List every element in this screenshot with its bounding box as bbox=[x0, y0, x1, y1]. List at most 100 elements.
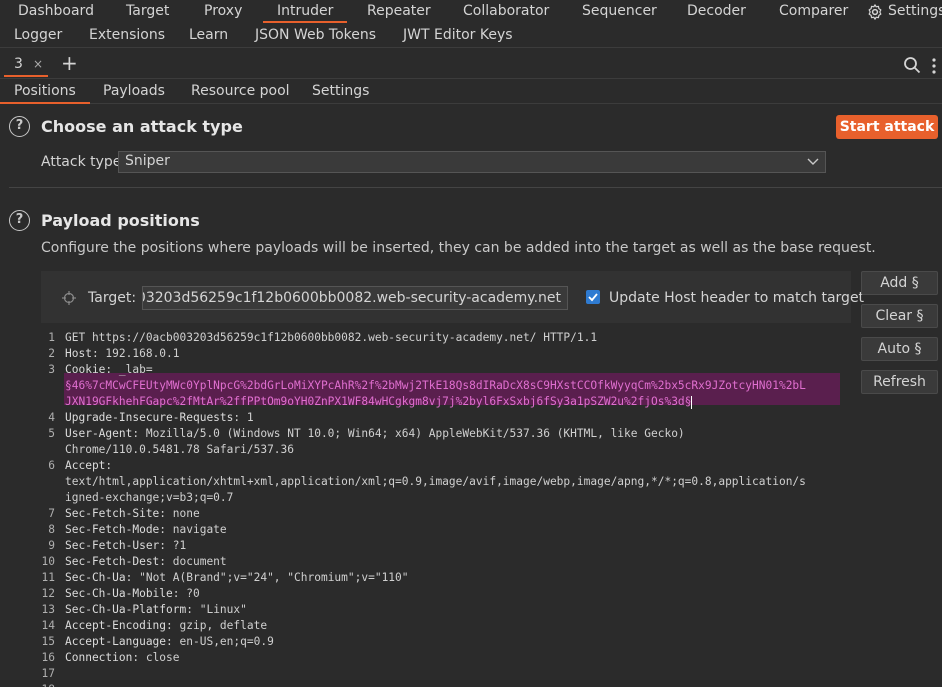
nav-sequencer[interactable]: Sequencer bbox=[582, 3, 657, 19]
secondary-nav: Logger Extensions Learn JSON Web Tokens … bbox=[0, 24, 942, 48]
header-key: Cookie bbox=[65, 363, 106, 376]
header-key: Sec-Fetch-Site bbox=[65, 507, 160, 520]
header-value: : "Not A(Brand";v="24", "Chromium";v="11… bbox=[125, 571, 409, 584]
more-options-icon[interactable] bbox=[930, 57, 938, 75]
instance-tab-bar: 3 × + bbox=[0, 51, 942, 79]
header-value: : Mozilla/5.0 (Windows NT 10.0; Win64; x… bbox=[132, 427, 685, 440]
nav-proxy[interactable]: Proxy bbox=[204, 3, 242, 19]
header-value: : bbox=[105, 459, 113, 472]
gear-icon[interactable] bbox=[866, 3, 884, 21]
header-value: : document bbox=[159, 555, 227, 568]
search-icon[interactable] bbox=[903, 56, 921, 74]
chevron-down-icon bbox=[807, 158, 819, 165]
request-line: Accept-Encoding: gzip, deflate bbox=[65, 618, 267, 634]
header-value: text/html,application/xhtml+xml,applicat… bbox=[65, 475, 806, 488]
target-url-input[interactable]: https://0acb003203d56259c1f12b0600bb0082… bbox=[142, 286, 568, 310]
header-value: : close bbox=[132, 651, 180, 664]
attack-type-label: Attack type: bbox=[41, 154, 127, 170]
request-line: igned-exchange;v=b3;q=0.7 bbox=[65, 490, 233, 506]
instance-tab[interactable]: 3 × bbox=[4, 53, 48, 77]
tab-positions[interactable]: Positions bbox=[0, 83, 90, 104]
add-tab-button[interactable]: + bbox=[61, 51, 78, 75]
nav-repeater[interactable]: Repeater bbox=[367, 3, 431, 19]
nav-intruder[interactable]: Intruder bbox=[262, 3, 348, 23]
line-number: 17 bbox=[41, 667, 55, 680]
nav-target[interactable]: Target bbox=[126, 3, 169, 19]
attack-type-title: Choose an attack type bbox=[41, 117, 243, 136]
header-value: : navigate bbox=[159, 523, 227, 536]
header-key: User-Agent bbox=[65, 427, 133, 440]
payload-marker-text: §46%7cMCwCFEUtyMWc0YplNpcG%2bdGrLoMiXYPc… bbox=[65, 379, 806, 392]
header-value: : ?0 bbox=[172, 587, 200, 600]
attack-type-select[interactable]: Sniper bbox=[118, 151, 826, 173]
crosshair-icon bbox=[62, 291, 76, 305]
help-icon[interactable]: ? bbox=[9, 210, 30, 231]
header-value: : ?1 bbox=[159, 539, 187, 552]
request-line: Sec-Fetch-Mode: navigate bbox=[65, 522, 227, 538]
close-icon[interactable]: × bbox=[33, 57, 43, 71]
clear-markers-button[interactable]: Clear § bbox=[861, 304, 938, 328]
line-number: 3 bbox=[48, 363, 55, 376]
tab-resource-pool[interactable]: Resource pool bbox=[191, 83, 290, 99]
line-number: 11 bbox=[41, 571, 55, 584]
header-key: Accept-Encoding bbox=[65, 619, 167, 632]
header-key: Sec-Fetch-Dest bbox=[65, 555, 160, 568]
header-key: Sec-Ch-Ua bbox=[65, 571, 126, 584]
start-attack-button[interactable]: Start attack bbox=[836, 115, 938, 139]
text-cursor bbox=[691, 395, 693, 409]
payload-marker-text: JXN19GFkhehFGapc%2fMtAr%2ffPPtOm9oYH0ZnP… bbox=[65, 395, 692, 408]
request-line: GET https://0acb003203d56259c1f12b0600bb… bbox=[65, 330, 597, 346]
help-icon[interactable]: ? bbox=[9, 116, 30, 137]
payload-positions-title: Payload positions bbox=[41, 211, 200, 230]
target-panel: Target: https://0acb003203d56259c1f12b06… bbox=[41, 271, 864, 323]
nav-comparer[interactable]: Comparer bbox=[779, 3, 848, 19]
auto-markers-button[interactable]: Auto § bbox=[861, 337, 938, 361]
header-value: GET https://0acb003203d56259c1f12b0600bb… bbox=[65, 331, 598, 344]
nav-decoder[interactable]: Decoder bbox=[687, 3, 746, 19]
request-line: Sec-Fetch-User: ?1 bbox=[65, 538, 186, 554]
header-value: : 1 bbox=[233, 411, 254, 424]
header-value: : 192.168.0.1 bbox=[91, 347, 180, 360]
nav-dashboard[interactable]: Dashboard bbox=[18, 3, 94, 19]
update-host-label: Update Host header to match target bbox=[609, 290, 865, 306]
instance-tab-label: 3 bbox=[14, 56, 23, 72]
header-key: Sec-Fetch-Mode bbox=[65, 523, 160, 536]
header-value: : _lab= bbox=[105, 363, 153, 376]
header-value: : none bbox=[159, 507, 200, 520]
refresh-button[interactable]: Refresh bbox=[861, 370, 938, 394]
tab-settings[interactable]: Settings bbox=[312, 83, 369, 99]
nav-learn[interactable]: Learn bbox=[189, 27, 228, 43]
attack-type-value: Sniper bbox=[125, 153, 170, 169]
nav-extensions[interactable]: Extensions bbox=[89, 27, 165, 43]
payload-positions-description: Configure the positions where payloads w… bbox=[41, 240, 876, 256]
nav-jwt-editor-keys[interactable]: JWT Editor Keys bbox=[403, 27, 513, 43]
nav-settings[interactable]: Settings bbox=[888, 3, 942, 19]
target-label: Target: bbox=[88, 290, 137, 306]
line-number: 18 bbox=[35, 682, 55, 687]
header-key: Accept bbox=[65, 459, 106, 472]
request-line: Cookie: _lab= bbox=[65, 362, 153, 378]
line-number: 13 bbox=[41, 603, 55, 616]
line-number: 4 bbox=[48, 411, 55, 424]
line-number: 2 bbox=[48, 347, 55, 360]
add-marker-button[interactable]: Add § bbox=[861, 271, 938, 295]
header-value: : gzip, deflate bbox=[166, 619, 268, 632]
header-key: Upgrade-Insecure-Requests bbox=[65, 411, 234, 424]
request-line: text/html,application/xhtml+xml,applicat… bbox=[65, 474, 806, 490]
payload-marker-line: §46%7cMCwCFEUtyMWc0YplNpcG%2bdGrLoMiXYPc… bbox=[65, 378, 806, 394]
tab-payloads[interactable]: Payloads bbox=[103, 83, 165, 99]
nav-json-web-tokens[interactable]: JSON Web Tokens bbox=[255, 27, 376, 43]
request-line: Sec-Ch-Ua-Mobile: ?0 bbox=[65, 586, 200, 602]
request-line: User-Agent: Mozilla/5.0 (Windows NT 10.0… bbox=[65, 426, 685, 442]
header-value: : "Linux" bbox=[186, 603, 247, 616]
header-key: Sec-Fetch-User bbox=[65, 539, 160, 552]
request-line: Sec-Fetch-Dest: document bbox=[65, 554, 227, 570]
request-editor[interactable]: GET https://0acb003203d56259c1f12b0600bb… bbox=[41, 325, 851, 687]
update-host-checkbox[interactable] bbox=[586, 290, 600, 304]
line-number: 1 bbox=[48, 331, 55, 344]
header-key: Connection bbox=[65, 651, 133, 664]
nav-logger[interactable]: Logger bbox=[14, 27, 62, 43]
request-line: Sec-Fetch-Site: none bbox=[65, 506, 200, 522]
nav-collaborator[interactable]: Collaborator bbox=[463, 3, 549, 19]
request-line: Host: 192.168.0.1 bbox=[65, 346, 180, 362]
